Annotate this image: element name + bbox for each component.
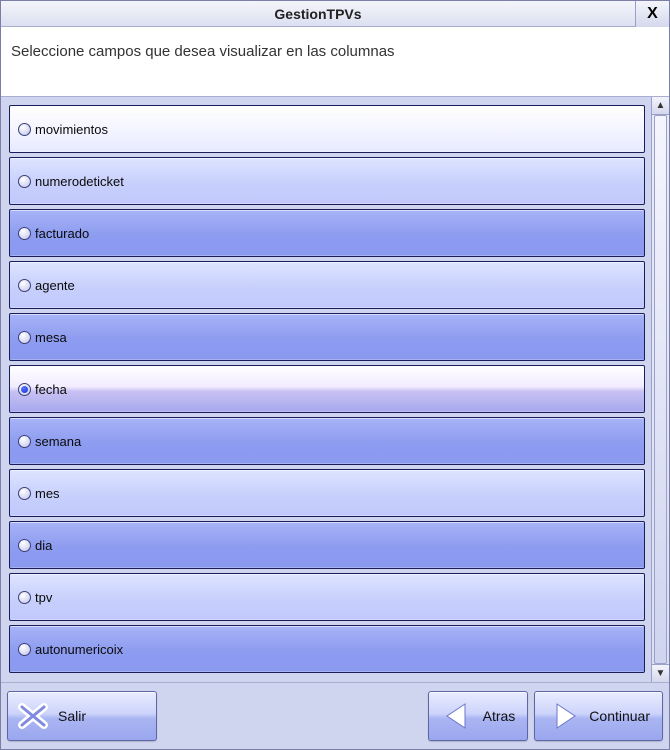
- bottom-bar: Salir Atras Continuar: [1, 683, 669, 749]
- list-item[interactable]: movimientos: [9, 105, 645, 153]
- window-close-button[interactable]: X: [635, 1, 669, 27]
- scroll-down-button[interactable]: ▼: [652, 664, 669, 682]
- radio-icon[interactable]: [18, 123, 31, 136]
- list-item-label: agente: [35, 278, 75, 293]
- list-item-label: tpv: [35, 590, 52, 605]
- field-list: movimientos numerodeticket facturado agente…: [1, 97, 651, 682]
- list-item[interactable]: tpv: [9, 573, 645, 621]
- list-item-label: mes: [35, 486, 60, 501]
- radio-icon[interactable]: [18, 331, 31, 344]
- scroll-up-button[interactable]: ▲: [652, 97, 669, 115]
- radio-icon[interactable]: [18, 539, 31, 552]
- scroll-thumb[interactable]: [654, 115, 667, 664]
- exit-x-icon: [16, 699, 50, 733]
- list-item[interactable]: mes: [9, 469, 645, 517]
- exit-button[interactable]: Salir: [7, 691, 157, 741]
- list-item-label: numerodeticket: [35, 174, 124, 189]
- list-item-label: semana: [35, 434, 81, 449]
- radio-icon[interactable]: [18, 227, 31, 240]
- exit-button-label: Salir: [58, 708, 86, 724]
- instruction-text: Seleccione campos que desea visualizar e…: [1, 27, 669, 97]
- arrow-right-icon: [547, 699, 581, 733]
- list-item-label: facturado: [35, 226, 89, 241]
- scroll-track[interactable]: [652, 115, 669, 664]
- list-item[interactable]: dia: [9, 521, 645, 569]
- vertical-scrollbar[interactable]: ▲ ▼: [651, 97, 669, 682]
- back-button-label: Atras: [483, 708, 516, 724]
- list-item[interactable]: facturado: [9, 209, 645, 257]
- title-bar: GestionTPVs X: [1, 1, 669, 27]
- list-item-label: autonumericoix: [35, 642, 123, 657]
- list-item-label: fecha: [35, 382, 67, 397]
- window-title: GestionTPVs: [1, 6, 635, 22]
- radio-icon[interactable]: [18, 175, 31, 188]
- radio-icon[interactable]: [18, 383, 31, 396]
- list-item[interactable]: fecha: [9, 365, 645, 413]
- continue-button[interactable]: Continuar: [534, 691, 663, 741]
- list-item-label: movimientos: [35, 122, 108, 137]
- list-item-label: mesa: [35, 330, 67, 345]
- radio-icon[interactable]: [18, 487, 31, 500]
- continue-button-label: Continuar: [589, 708, 650, 724]
- back-button[interactable]: Atras: [428, 691, 529, 741]
- radio-icon[interactable]: [18, 435, 31, 448]
- radio-icon[interactable]: [18, 279, 31, 292]
- field-list-container: movimientos numerodeticket facturado agente…: [1, 97, 669, 683]
- list-item[interactable]: numerodeticket: [9, 157, 645, 205]
- list-item[interactable]: mesa: [9, 313, 645, 361]
- list-item[interactable]: agente: [9, 261, 645, 309]
- radio-icon[interactable]: [18, 643, 31, 656]
- arrow-left-icon: [441, 699, 475, 733]
- list-item-label: dia: [35, 538, 52, 553]
- list-item[interactable]: semana: [9, 417, 645, 465]
- dialog-window: GestionTPVs X Seleccione campos que dese…: [0, 0, 670, 750]
- radio-icon[interactable]: [18, 591, 31, 604]
- list-item[interactable]: autonumericoix: [9, 625, 645, 673]
